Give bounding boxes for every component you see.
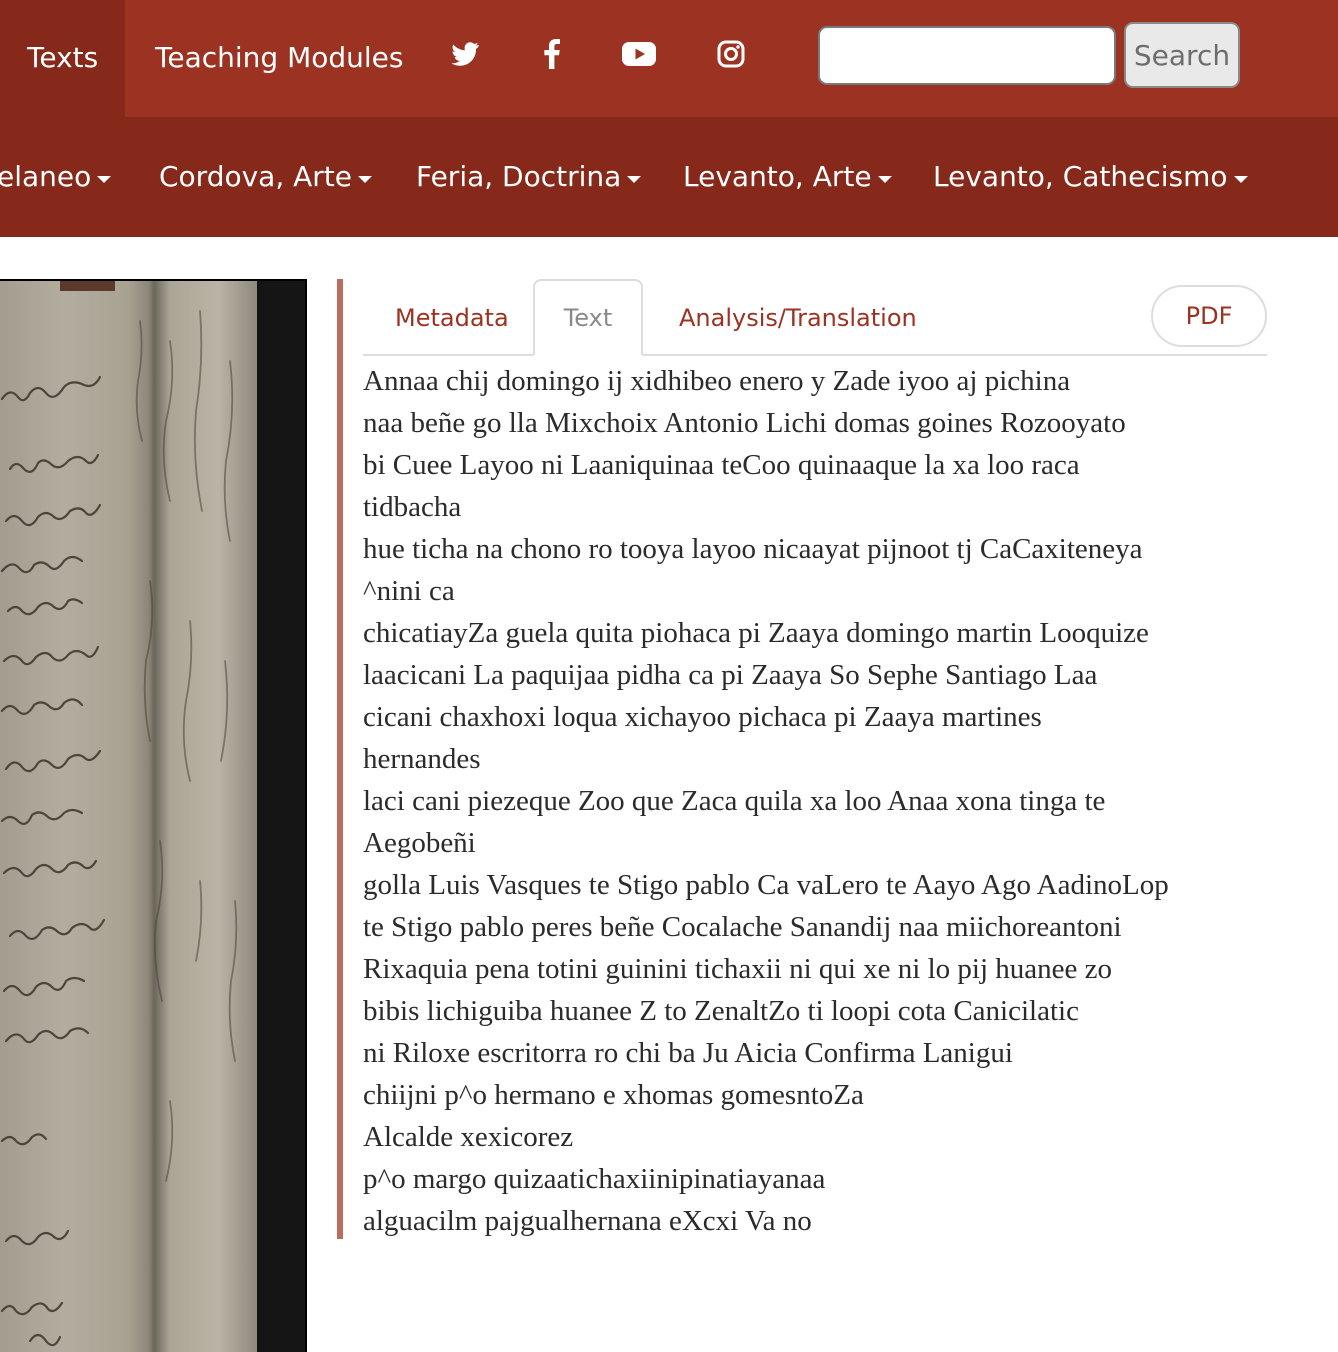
sub-nav-item-levanto-cathecismo[interactable]: Levanto, Cathecismo [933, 159, 1248, 195]
sub-nav-item-label: Levanto, Arte [683, 160, 872, 193]
transcript-line: chiijni p^o hermano e xhomas gomesntoZa [363, 1079, 864, 1111]
transcript-line: p^o margo quizaatichaxiinipinatiayanaa [363, 1163, 826, 1195]
transcript-line: hue ticha na chono ro tooya layoo nicaay… [363, 533, 1143, 565]
transcript-line: tidbacha [363, 491, 462, 523]
caret-down-icon [97, 175, 112, 183]
tab-metadata[interactable]: Metadata [395, 300, 509, 336]
search-input[interactable] [818, 26, 1116, 85]
twitter-icon[interactable] [447, 36, 483, 72]
transcript-line: naa beñe go lla Mixchoix Antonio Lichi d… [363, 407, 1126, 439]
transcript-line: golla Luis Vasques te Stigo pablo Ca vaL… [363, 869, 1169, 901]
manuscript-image [0, 281, 257, 1352]
transcript-line: Annaa chij domingo ij xidhibeo enero y Z… [363, 365, 1071, 397]
sub-nav-item-label: Feria, Doctrina [416, 160, 622, 193]
transcript-line: ^nini ca [363, 575, 455, 607]
transcript-line: cicani chaxhoxi loqua xichayoo pichaca p… [363, 701, 1042, 733]
youtube-icon[interactable] [621, 36, 657, 72]
sub-nav-item-elaneo[interactable]: elaneo [0, 159, 112, 195]
transcript-line: Alcalde xexicorez [363, 1121, 574, 1153]
transcript-line: Aegobeñi [363, 827, 476, 859]
search-button[interactable]: Search [1124, 22, 1240, 88]
caret-down-icon [1233, 175, 1248, 183]
nav-teaching-modules-link[interactable]: Teaching Modules [155, 40, 403, 76]
sub-nav-item-label: Cordova, Arte [159, 160, 353, 193]
caret-down-icon [627, 175, 642, 183]
transcript-line: hernandes [363, 743, 481, 775]
nav-texts-link[interactable]: Texts [27, 40, 98, 76]
transcript-line: te Stigo pablo peres beñe Cocalache Sana… [363, 911, 1122, 943]
sub-nav-item-label: Levanto, Cathecismo [933, 160, 1228, 193]
transcript-line: alguacilm pajgualhernana eXcxi Va no [363, 1205, 812, 1237]
transcript-line: chicatiayZa guela quita piohaca pi Zaaya… [363, 617, 1149, 649]
transcript-line: laci cani piezeque Zoo que Zaca quila xa… [363, 785, 1106, 817]
caret-down-icon [877, 175, 892, 183]
transcript-line: laacicani La paquijaa pidha ca pi Zaaya … [363, 659, 1098, 691]
facebook-icon[interactable] [534, 36, 570, 72]
sub-nav-item-label: elaneo [0, 160, 92, 193]
transcript-line: bibis lichiguiba huanee Z to ZenaltZo ti… [363, 995, 1079, 1027]
pdf-button[interactable]: PDF [1151, 285, 1267, 347]
transcript-line: ni Riloxe escritorra ro chi ba Ju Aicia … [363, 1037, 1013, 1069]
instagram-icon[interactable] [713, 36, 749, 72]
sub-nav-item-cordova-arte[interactable]: Cordova, Arte [159, 159, 373, 195]
caret-down-icon [358, 175, 373, 183]
tab-text-label: Text [563, 304, 613, 332]
sub-nav-item-levanto-arte[interactable]: Levanto, Arte [683, 159, 892, 195]
transcript-line: bi Cuee Layoo ni Laaniquinaa teCoo quina… [363, 449, 1080, 481]
tabs-divider [363, 354, 1267, 356]
transcript-line: Rixaquia pena totini guinini tichaxii ni… [363, 953, 1113, 985]
sub-nav-item-feria-doctrina[interactable]: Feria, Doctrina [416, 159, 642, 195]
transcript-text: Annaa chij domingo ij xidhibeo enero y Z… [363, 360, 1273, 1242]
tab-analysis-translation[interactable]: Analysis/Translation [679, 300, 917, 336]
